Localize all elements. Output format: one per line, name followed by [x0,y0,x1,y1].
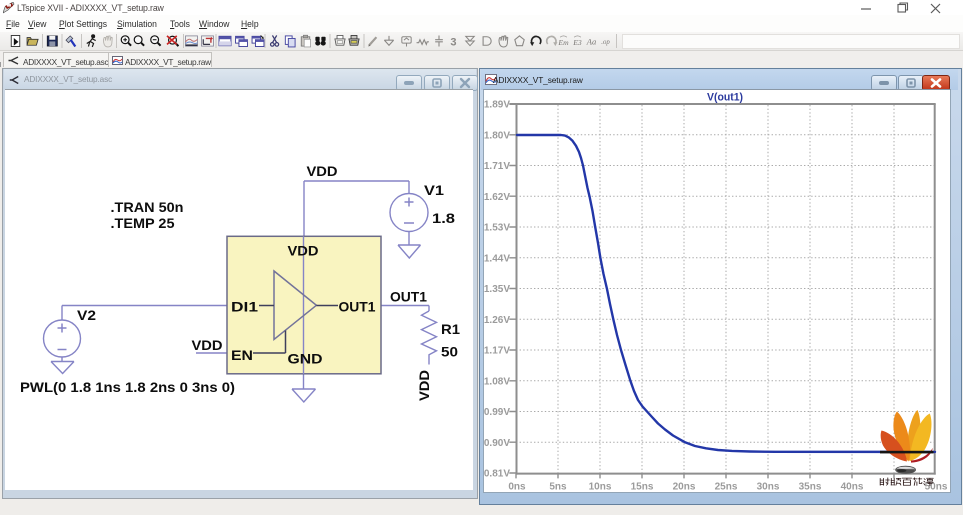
svg-text:EN: EN [231,347,253,363]
svg-text:3: 3 [450,36,456,48]
svg-text:25ns: 25ns [715,482,738,493]
svg-text:VDD: VDD [192,337,223,353]
svg-text:OUT1: OUT1 [390,289,427,305]
svg-text:50ns: 50ns [925,482,948,493]
svg-text:1.44V: 1.44V [484,253,510,264]
svg-text:15ns: 15ns [631,482,654,493]
svg-text:1.17V: 1.17V [484,346,510,357]
svg-text:VDD: VDD [288,243,319,259]
svg-text:.TEMP 25: .TEMP 25 [111,215,175,231]
svg-text:0.99V: 0.99V [484,407,510,418]
svg-text:DI1: DI1 [231,299,258,315]
svg-text:35ns: 35ns [799,482,822,493]
svg-text:1.08V: 1.08V [484,376,510,387]
svg-text:V2: V2 [77,307,96,323]
svg-text:1.89V: 1.89V [484,100,510,111]
svg-text:0ns: 0ns [508,482,526,493]
svg-text:1.26V: 1.26V [484,315,510,326]
svg-text:40ns: 40ns [841,482,864,493]
svg-text:.TRAN 50n: .TRAN 50n [111,199,184,215]
svg-text:1.62V: 1.62V [484,192,510,203]
svg-text:0.81V: 0.81V [484,469,510,480]
svg-text:20ns: 20ns [673,482,696,493]
svg-text:VDD: VDD [307,163,338,179]
svg-text:GND: GND [288,351,323,367]
svg-text:VDD: VDD [416,370,432,401]
svg-text:0.90V: 0.90V [484,438,510,449]
svg-text:V1: V1 [424,182,444,198]
svg-text:5ns: 5ns [549,482,567,493]
svg-text:1.35V: 1.35V [484,284,510,295]
svg-text:R1: R1 [441,321,460,337]
svg-text:PWL(0 1.8 1ns 1.8 2ns 0 3ns 0): PWL(0 1.8 1ns 1.8 2ns 0 3ns 0) [20,379,235,395]
svg-text:1.8: 1.8 [432,210,455,226]
svg-text:1.53V: 1.53V [484,223,510,234]
svg-text:10ns: 10ns [589,482,612,493]
svg-text:OUT1: OUT1 [339,299,376,315]
svg-text:30ns: 30ns [757,482,780,493]
svg-text:50: 50 [441,344,458,360]
svg-text:1.71V: 1.71V [484,161,510,172]
svg-text:E3: E3 [572,38,582,47]
svg-text:1.80V: 1.80V [484,130,510,141]
svg-text:Em: Em [557,38,569,47]
svg-text:Aa: Aa [586,36,596,46]
svg-text:V(out1): V(out1) [707,92,743,104]
svg-text:.op: .op [601,39,610,46]
